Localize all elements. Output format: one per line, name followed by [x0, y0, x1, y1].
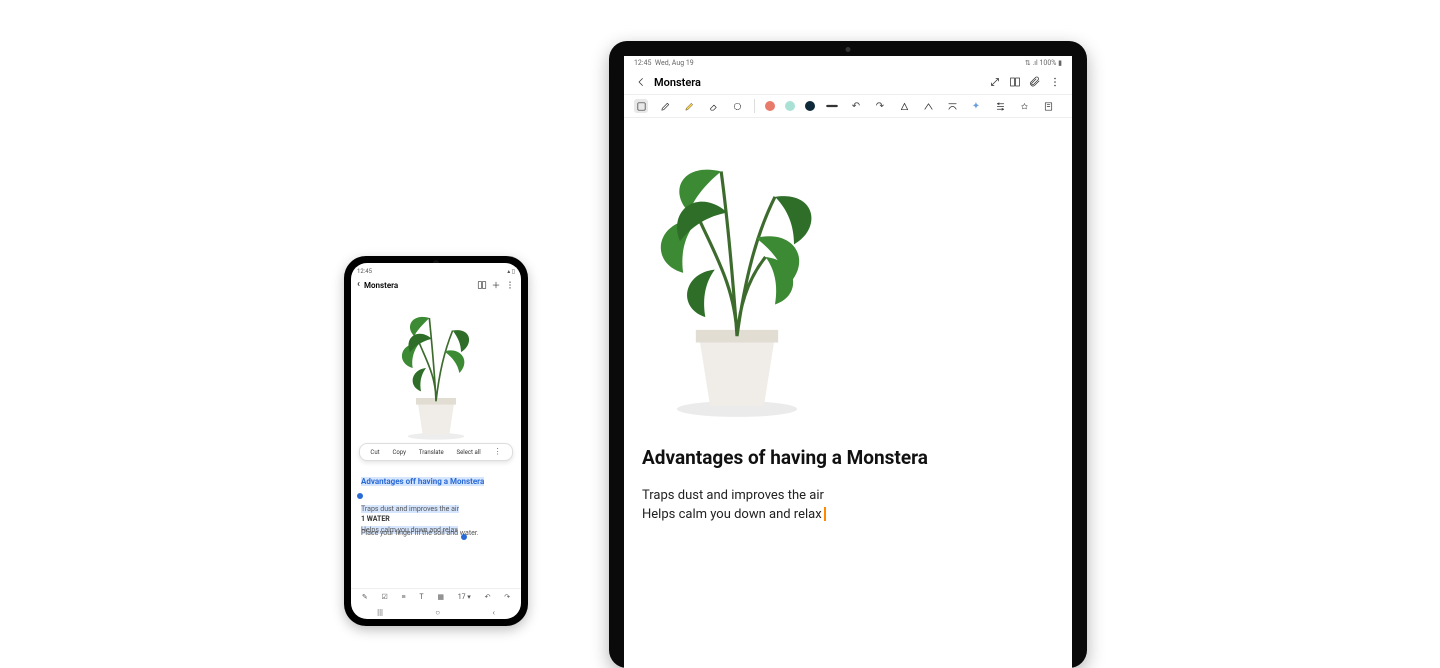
status-time: 12:45: [357, 268, 372, 275]
reader-mode-icon[interactable]: [1008, 75, 1022, 89]
color-swatch-1[interactable]: [765, 101, 775, 111]
table-icon[interactable]: ▦: [437, 593, 444, 601]
text-mode-icon[interactable]: [634, 99, 648, 113]
undo-icon[interactable]: ↶: [849, 99, 863, 113]
more-icon[interactable]: [1048, 75, 1062, 89]
ctx-cut[interactable]: Cut: [370, 449, 379, 456]
align-icon[interactable]: ≡: [402, 593, 406, 601]
add-icon[interactable]: [491, 280, 501, 290]
note-line-2[interactable]: Helps calm you down and relax: [642, 506, 1054, 525]
section-water-text: Place your finger in the soil and water.: [361, 529, 479, 537]
reader-mode-icon[interactable]: [477, 280, 487, 290]
stroke-width-icon[interactable]: [825, 99, 839, 113]
checkbox-icon[interactable]: ☑: [382, 593, 388, 601]
back-icon[interactable]: ‹: [357, 280, 360, 290]
note-title[interactable]: Monstera: [364, 281, 398, 290]
expand-icon[interactable]: [988, 75, 1002, 89]
color-swatch-3[interactable]: [805, 101, 815, 111]
pen-icon[interactable]: [658, 99, 672, 113]
font-size-selector[interactable]: 17 ▾: [458, 593, 471, 601]
tablet-camera: [846, 47, 851, 52]
status-right: ⇅ .ıl 100% ▮: [1025, 59, 1062, 67]
redo-icon[interactable]: ↷: [504, 593, 510, 601]
ctx-more-icon[interactable]: ⋮: [494, 448, 502, 456]
tablet-app-header: Monstera: [624, 70, 1072, 94]
text-style-icon[interactable]: T: [419, 593, 423, 601]
eraser-icon[interactable]: [706, 99, 720, 113]
tablet-drawing-toolbar: ↶ ↷ ✦: [624, 94, 1072, 118]
plant-image: [386, 293, 486, 443]
back-icon[interactable]: [634, 75, 648, 89]
page-template-icon[interactable]: [1041, 99, 1055, 113]
android-nav-bar: ||| ○ ‹: [351, 605, 521, 619]
tablet-note-body[interactable]: Advantages of having a Monstera Traps du…: [624, 118, 1072, 668]
note-title[interactable]: Monstera: [654, 76, 701, 89]
note-line-1[interactable]: Traps dust and improves the air: [642, 487, 1054, 506]
tablet-device: 12:45 Wed, Aug 19 ⇅ .ıl 100% ▮ Monstera …: [609, 41, 1087, 668]
undo-icon[interactable]: ↶: [485, 593, 491, 601]
ctx-translate[interactable]: Translate: [419, 449, 444, 456]
ctx-select-all[interactable]: Select all: [457, 449, 481, 456]
style-icon[interactable]: [1017, 99, 1031, 113]
phone-device: 12:45 ▴ ▯ ‹ Monstera: [344, 256, 528, 626]
note-heading[interactable]: Advantages of having a Monstera: [642, 446, 1054, 469]
note-line-1[interactable]: Traps dust and improves the air: [361, 505, 459, 513]
highlighter-icon[interactable]: [682, 99, 696, 113]
more-icon[interactable]: [505, 280, 515, 290]
phone-status-bar: 12:45 ▴ ▯: [351, 263, 521, 277]
nav-back[interactable]: ‹: [492, 608, 494, 617]
lasso-icon[interactable]: [730, 99, 744, 113]
handwriting-icon[interactable]: ✎: [362, 593, 368, 601]
attach-icon[interactable]: [1028, 75, 1042, 89]
easy-writing-icon[interactable]: ✦: [969, 99, 983, 113]
context-menu: Cut Copy Translate Select all ⋮: [359, 443, 513, 461]
redo-icon[interactable]: ↷: [873, 99, 887, 113]
note-heading[interactable]: Advantages off having a Monstera: [361, 477, 484, 486]
color-swatch-2[interactable]: [785, 101, 795, 111]
zoom-lock-icon[interactable]: [993, 99, 1007, 113]
tablet-status-bar: 12:45 Wed, Aug 19 ⇅ .ıl 100% ▮: [624, 56, 1072, 70]
phone-format-toolbar: ✎ ☑ ≡ T ▦ 17 ▾ ↶ ↷: [351, 588, 521, 605]
convert-shape-icon[interactable]: [897, 99, 911, 113]
status-icons: ▴ ▯: [507, 268, 515, 275]
selection-handle-start[interactable]: [357, 493, 363, 499]
handwriting-to-text-icon[interactable]: [945, 99, 959, 113]
nav-home[interactable]: ○: [435, 608, 440, 617]
status-left: 12:45 Wed, Aug 19: [634, 59, 694, 67]
plant-image: [642, 126, 832, 426]
toolbar-divider: [754, 99, 755, 113]
ctx-copy[interactable]: Copy: [392, 449, 406, 456]
section-water-title: 1 WATER: [361, 515, 390, 523]
nav-recents[interactable]: |||: [377, 608, 383, 617]
text-cursor: [824, 507, 826, 521]
phone-screen: 12:45 ▴ ▯ ‹ Monstera: [351, 263, 521, 619]
phone-app-header: ‹ Monstera: [351, 277, 521, 293]
straighten-icon[interactable]: [921, 99, 935, 113]
tablet-screen: 12:45 Wed, Aug 19 ⇅ .ıl 100% ▮ Monstera …: [624, 56, 1072, 668]
phone-note-body[interactable]: Cut Copy Translate Select all ⋮ Advantag…: [351, 293, 521, 588]
